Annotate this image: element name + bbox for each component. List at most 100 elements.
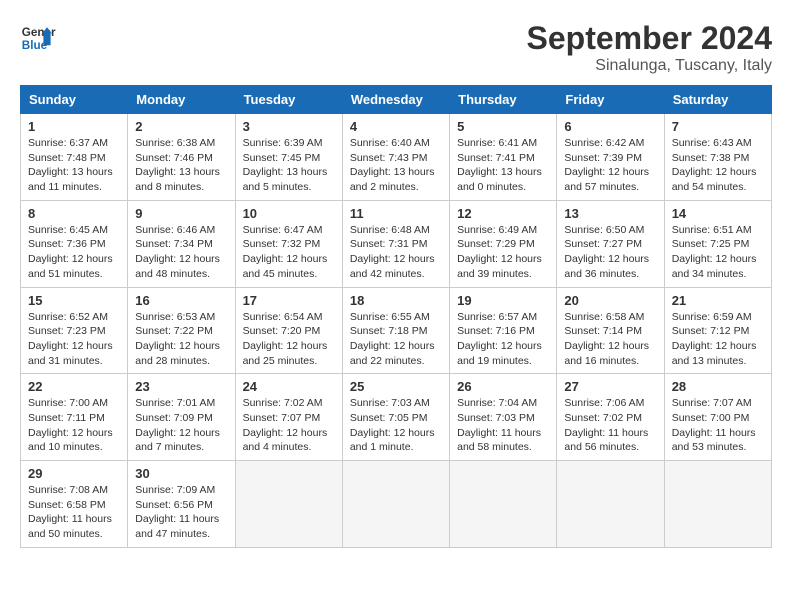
calendar-cell: 2 Sunrise: 6:38 AMSunset: 7:46 PMDaylight… <box>128 114 235 201</box>
day-number: 22 <box>28 379 120 394</box>
day-info: Sunrise: 7:04 AMSunset: 7:03 PMDaylight:… <box>457 396 549 455</box>
day-number: 27 <box>564 379 656 394</box>
day-number: 11 <box>350 206 442 221</box>
calendar-cell <box>342 461 449 548</box>
day-info: Sunrise: 6:53 AMSunset: 7:22 PMDaylight:… <box>135 310 227 369</box>
logo-icon: General Blue <box>20 20 56 56</box>
header-sunday: Sunday <box>21 86 128 114</box>
calendar-cell: 25 Sunrise: 7:03 AMSunset: 7:05 PMDayligh… <box>342 374 449 461</box>
day-number: 15 <box>28 293 120 308</box>
day-info: Sunrise: 7:01 AMSunset: 7:09 PMDaylight:… <box>135 396 227 455</box>
day-number: 12 <box>457 206 549 221</box>
calendar-cell: 10 Sunrise: 6:47 AMSunset: 7:32 PMDayligh… <box>235 200 342 287</box>
calendar-cell <box>664 461 771 548</box>
day-info: Sunrise: 7:09 AMSunset: 6:56 PMDaylight:… <box>135 483 227 542</box>
calendar-cell: 4 Sunrise: 6:40 AMSunset: 7:43 PMDaylight… <box>342 114 449 201</box>
calendar-table: Sunday Monday Tuesday Wednesday Thursday… <box>20 85 772 548</box>
day-number: 14 <box>672 206 764 221</box>
day-number: 29 <box>28 466 120 481</box>
day-info: Sunrise: 6:49 AMSunset: 7:29 PMDaylight:… <box>457 223 549 282</box>
day-number: 4 <box>350 119 442 134</box>
calendar-cell: 13 Sunrise: 6:50 AMSunset: 7:27 PMDayligh… <box>557 200 664 287</box>
calendar-cell: 30Sunrise: 7:09 AMSunset: 6:56 PMDayligh… <box>128 461 235 548</box>
day-number: 9 <box>135 206 227 221</box>
calendar-cell <box>557 461 664 548</box>
day-info: Sunrise: 6:52 AMSunset: 7:23 PMDaylight:… <box>28 310 120 369</box>
week-row: 29 Sunrise: 7:08 AMSunset: 6:58 PMDayligh… <box>21 461 772 548</box>
day-number: 21 <box>672 293 764 308</box>
page-header: General Blue September 2024 Sinalunga, T… <box>20 20 772 75</box>
day-info: Sunrise: 6:54 AMSunset: 7:20 PMDaylight:… <box>243 310 335 369</box>
day-number: 6 <box>564 119 656 134</box>
day-info: Sunrise: 6:48 AMSunset: 7:31 PMDaylight:… <box>350 223 442 282</box>
title-block: September 2024 Sinalunga, Tuscany, Italy <box>527 20 772 75</box>
week-row: 1Sunrise: 6:37 AMSunset: 7:48 PMDaylight… <box>21 114 772 201</box>
calendar-cell: 19 Sunrise: 6:57 AMSunset: 7:16 PMDayligh… <box>450 287 557 374</box>
day-info: Sunrise: 7:06 AMSunset: 7:02 PMDaylight:… <box>564 396 656 455</box>
calendar-cell <box>450 461 557 548</box>
header-thursday: Thursday <box>450 86 557 114</box>
calendar-cell: 28 Sunrise: 7:07 AMSunset: 7:00 PMDayligh… <box>664 374 771 461</box>
day-info: Sunrise: 7:03 AMSunset: 7:05 PMDaylight:… <box>350 396 442 455</box>
day-info: Sunrise: 6:43 AMSunset: 7:38 PMDaylight:… <box>672 136 764 195</box>
calendar-cell: 27 Sunrise: 7:06 AMSunset: 7:02 PMDayligh… <box>557 374 664 461</box>
day-number: 2 <box>135 119 227 134</box>
header-saturday: Saturday <box>664 86 771 114</box>
day-info: Sunrise: 6:58 AMSunset: 7:14 PMDaylight:… <box>564 310 656 369</box>
day-number: 25 <box>350 379 442 394</box>
day-info: Sunrise: 6:59 AMSunset: 7:12 PMDaylight:… <box>672 310 764 369</box>
header-wednesday: Wednesday <box>342 86 449 114</box>
calendar-cell: 18Sunrise: 6:55 AMSunset: 7:18 PMDayligh… <box>342 287 449 374</box>
day-number: 17 <box>243 293 335 308</box>
day-info: Sunrise: 6:57 AMSunset: 7:16 PMDaylight:… <box>457 310 549 369</box>
calendar-cell: 21 Sunrise: 6:59 AMSunset: 7:12 PMDayligh… <box>664 287 771 374</box>
calendar-cell: 1Sunrise: 6:37 AMSunset: 7:48 PMDaylight… <box>21 114 128 201</box>
calendar-cell: 20 Sunrise: 6:58 AMSunset: 7:14 PMDayligh… <box>557 287 664 374</box>
calendar-cell: 8Sunrise: 6:45 AMSunset: 7:36 PMDaylight… <box>21 200 128 287</box>
day-number: 3 <box>243 119 335 134</box>
calendar-cell: 23 Sunrise: 7:01 AMSunset: 7:09 PMDayligh… <box>128 374 235 461</box>
day-number: 7 <box>672 119 764 134</box>
calendar-cell: 7 Sunrise: 6:43 AMSunset: 7:38 PMDaylight… <box>664 114 771 201</box>
day-number: 24 <box>243 379 335 394</box>
header-monday: Monday <box>128 86 235 114</box>
day-number: 5 <box>457 119 549 134</box>
day-number: 1 <box>28 119 120 134</box>
calendar-cell: 5Sunrise: 6:41 AMSunset: 7:41 PMDaylight… <box>450 114 557 201</box>
day-number: 19 <box>457 293 549 308</box>
calendar-cell: 14 Sunrise: 6:51 AMSunset: 7:25 PMDayligh… <box>664 200 771 287</box>
day-number: 28 <box>672 379 764 394</box>
calendar-cell: 24Sunrise: 7:02 AMSunset: 7:07 PMDayligh… <box>235 374 342 461</box>
day-number: 8 <box>28 206 120 221</box>
week-row: 22Sunrise: 7:00 AMSunset: 7:11 PMDayligh… <box>21 374 772 461</box>
day-info: Sunrise: 6:42 AMSunset: 7:39 PMDaylight:… <box>564 136 656 195</box>
day-info: Sunrise: 6:51 AMSunset: 7:25 PMDaylight:… <box>672 223 764 282</box>
day-info: Sunrise: 6:40 AMSunset: 7:43 PMDaylight:… <box>350 136 442 195</box>
calendar-cell: 17 Sunrise: 6:54 AMSunset: 7:20 PMDayligh… <box>235 287 342 374</box>
day-info: Sunrise: 7:08 AMSunset: 6:58 PMDaylight:… <box>28 483 120 542</box>
calendar-cell: 6 Sunrise: 6:42 AMSunset: 7:39 PMDaylight… <box>557 114 664 201</box>
calendar-cell: 16Sunrise: 6:53 AMSunset: 7:22 PMDayligh… <box>128 287 235 374</box>
day-info: Sunrise: 6:47 AMSunset: 7:32 PMDaylight:… <box>243 223 335 282</box>
calendar-cell: 22Sunrise: 7:00 AMSunset: 7:11 PMDayligh… <box>21 374 128 461</box>
day-number: 18 <box>350 293 442 308</box>
week-row: 8Sunrise: 6:45 AMSunset: 7:36 PMDaylight… <box>21 200 772 287</box>
day-info: Sunrise: 6:38 AMSunset: 7:46 PMDaylight:… <box>135 136 227 195</box>
calendar-cell: 9Sunrise: 6:46 AMSunset: 7:34 PMDaylight… <box>128 200 235 287</box>
day-number: 10 <box>243 206 335 221</box>
header-friday: Friday <box>557 86 664 114</box>
day-info: Sunrise: 6:39 AMSunset: 7:45 PMDaylight:… <box>243 136 335 195</box>
calendar-cell <box>235 461 342 548</box>
logo: General Blue <box>20 20 56 56</box>
day-number: 23 <box>135 379 227 394</box>
day-number: 20 <box>564 293 656 308</box>
day-info: Sunrise: 7:07 AMSunset: 7:00 PMDaylight:… <box>672 396 764 455</box>
day-number: 13 <box>564 206 656 221</box>
day-info: Sunrise: 6:50 AMSunset: 7:27 PMDaylight:… <box>564 223 656 282</box>
header-row: Sunday Monday Tuesday Wednesday Thursday… <box>21 86 772 114</box>
location-title: Sinalunga, Tuscany, Italy <box>527 57 772 75</box>
calendar-cell: 29 Sunrise: 7:08 AMSunset: 6:58 PMDayligh… <box>21 461 128 548</box>
calendar-cell: 11 Sunrise: 6:48 AMSunset: 7:31 PMDayligh… <box>342 200 449 287</box>
calendar-cell: 3 Sunrise: 6:39 AMSunset: 7:45 PMDaylight… <box>235 114 342 201</box>
calendar-cell: 26Sunrise: 7:04 AMSunset: 7:03 PMDayligh… <box>450 374 557 461</box>
